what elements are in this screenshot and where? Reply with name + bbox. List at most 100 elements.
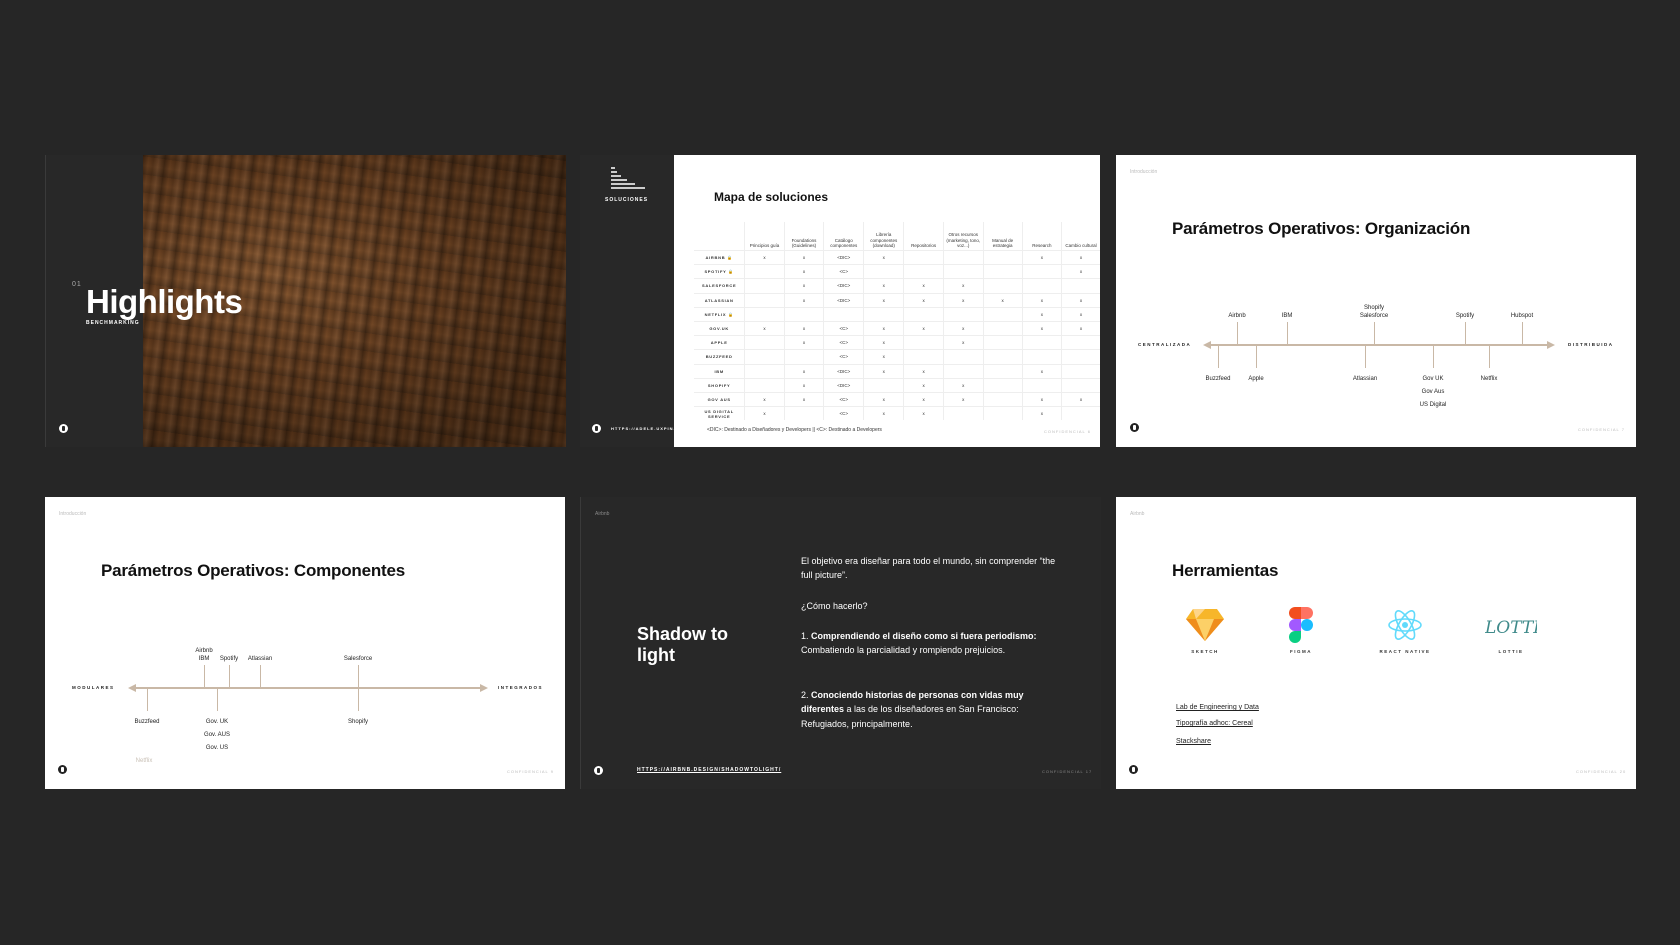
timeline-tick <box>229 665 230 687</box>
tool-react-native: REACT NATIVE <box>1370 607 1440 654</box>
table-cell <box>1021 349 1062 364</box>
soluciones-icon <box>611 167 647 193</box>
slide-shadow-to-light[interactable]: Airbnb Shadow to light El objetivo era d… <box>580 497 1101 789</box>
table-cell: <C> <box>823 264 864 279</box>
table-row: SHOPIFY x <DIC> x x <box>694 377 1100 393</box>
table-cell <box>982 363 1023 379</box>
brand-logo-icon <box>592 424 601 433</box>
column-header: Manual de estrategia <box>982 222 1023 251</box>
column-header: Repositorios <box>903 222 944 251</box>
table-cell: x <box>1021 363 1062 379</box>
slide-parametros-organizacion[interactable]: Introducción Parámetros Operativos: Orga… <box>1116 155 1636 447</box>
timeline-tick <box>1465 322 1466 344</box>
table-cell <box>783 406 824 421</box>
timeline-label-above: Atlassian <box>247 656 273 662</box>
table-cell: x <box>1021 406 1062 421</box>
table-cell <box>903 335 944 350</box>
table-cell <box>744 335 785 350</box>
table-cell <box>1061 363 1100 379</box>
react-icon <box>1387 607 1423 643</box>
brand-logo-icon <box>59 424 68 433</box>
table-row: NETFLIX 🔒 x x <box>694 306 1100 322</box>
brand-logo-icon <box>1130 423 1139 432</box>
table-cell: x <box>783 391 824 407</box>
table-cell <box>982 349 1023 364</box>
table-cell <box>903 249 944 265</box>
table-cell: x <box>863 349 904 364</box>
timeline-tick <box>358 689 359 711</box>
row-label: IBM <box>694 363 745 379</box>
table-row: AIRBNB 🔒 x x <DIC> x x x <box>694 249 1100 265</box>
row-label: US DIGITAL SERVICE <box>694 406 745 421</box>
row-label: GOV AUS <box>694 391 745 407</box>
table-cell <box>943 363 984 379</box>
solutions-panel: Mapa de soluciones Principios guía Founda… <box>674 155 1100 447</box>
table-cell <box>1021 278 1062 294</box>
organization-axis <box>1203 341 1555 349</box>
table-row: GOV.UK x x <C> x x x x x <box>694 320 1100 336</box>
link-stackshare[interactable]: Stackshare <box>1176 738 1211 745</box>
table-cell <box>744 278 785 294</box>
tool-name: REACT NATIVE <box>1379 649 1431 654</box>
source-url-link[interactable]: HTTPS://ADELE.UXPIN.C <box>611 426 680 431</box>
timeline-label-above: Salesforce <box>343 656 373 662</box>
table-cell <box>744 292 785 308</box>
table-cell: x <box>943 391 984 407</box>
table-cell <box>1061 278 1100 294</box>
timeline-label-below: Apple <box>1248 376 1264 382</box>
table-cell: x <box>1061 320 1100 336</box>
timeline-tick <box>1287 322 1288 344</box>
table-cell: x <box>783 377 824 393</box>
table-cell <box>863 264 904 279</box>
table-cell <box>982 306 1023 322</box>
table-cell: x <box>1061 249 1100 265</box>
table-cell: <DIC> <box>823 377 864 393</box>
slide-highlights[interactable]: 01 Highlights BENCHMARKING <box>45 155 566 447</box>
table-cell: x <box>1021 391 1062 407</box>
link-lab-engineering[interactable]: Lab de Engineering y Data <box>1176 704 1259 711</box>
table-cell: x <box>1061 264 1100 279</box>
source-url-link[interactable]: HTTPS://AIRBNB.DESIGN/SHADOWTOLIGHT/ <box>637 767 781 773</box>
axis-left-label: CENTRALIZADA <box>1138 342 1192 347</box>
breadcrumb: Airbnb <box>1130 511 1145 517</box>
column-header: Otros recursos (marketing, tono, voz...) <box>943 222 984 251</box>
table-row: GOV AUS x x <C> x x x x x <box>694 391 1100 407</box>
table-row: SALESFORCE x <DIC> x x x <box>694 278 1100 294</box>
timeline-tick <box>1489 346 1490 368</box>
table-cell <box>982 391 1023 407</box>
table-cell <box>744 363 785 379</box>
table-cell: x <box>943 377 984 393</box>
confidential-label: CONFIDENCIAL 17 <box>1042 769 1093 774</box>
table-cell: x <box>1021 292 1062 308</box>
slide-title: Mapa de soluciones <box>714 190 829 204</box>
row-label: GOV.UK <box>694 320 745 336</box>
slide-parametros-componentes[interactable]: Introducción Parámetros Operativos: Comp… <box>45 497 565 789</box>
table-cell: x <box>783 363 824 379</box>
link-tipografia[interactable]: Tipografía adhoc: Cereal <box>1176 720 1253 727</box>
table-cell: x <box>903 391 944 407</box>
table-cell <box>903 349 944 364</box>
timeline-tick <box>1374 322 1375 344</box>
table-cell: x <box>783 249 824 265</box>
table-footnote: <DIC>: Destinado a Diseñadores y Develop… <box>707 427 882 433</box>
section-number: 01 <box>72 281 82 288</box>
confidential-label: CONFIDENCIAL 6 <box>1044 429 1091 434</box>
lottie-logo-text: LOTTIE <box>1485 618 1537 638</box>
brand-logo-icon <box>58 765 67 774</box>
table-cell: <DIC> <box>823 278 864 294</box>
table-cell: x <box>863 292 904 308</box>
table-cell: x <box>744 406 785 421</box>
table-cell: x <box>863 320 904 336</box>
table-cell <box>943 306 984 322</box>
table-cell <box>1021 264 1062 279</box>
row-label: AIRBNB 🔒 <box>694 249 745 265</box>
axis-left-label: MODULARES <box>72 685 115 690</box>
slide-mapa-soluciones[interactable]: SOLUCIONES HTTPS://ADELE.UXPIN.C Mapa de… <box>580 155 1100 447</box>
table-cell: <C> <box>823 320 864 336</box>
slide-herramientas[interactable]: Airbnb Herramientas SKETCH FIGMA REACT N… <box>1116 497 1636 789</box>
table-cell: x <box>1061 391 1100 407</box>
table-cell: x <box>783 335 824 350</box>
column-header: Principios guía <box>744 222 785 251</box>
table-cell: x <box>863 363 904 379</box>
timeline-label-below: Buzzfeed <box>134 719 160 725</box>
